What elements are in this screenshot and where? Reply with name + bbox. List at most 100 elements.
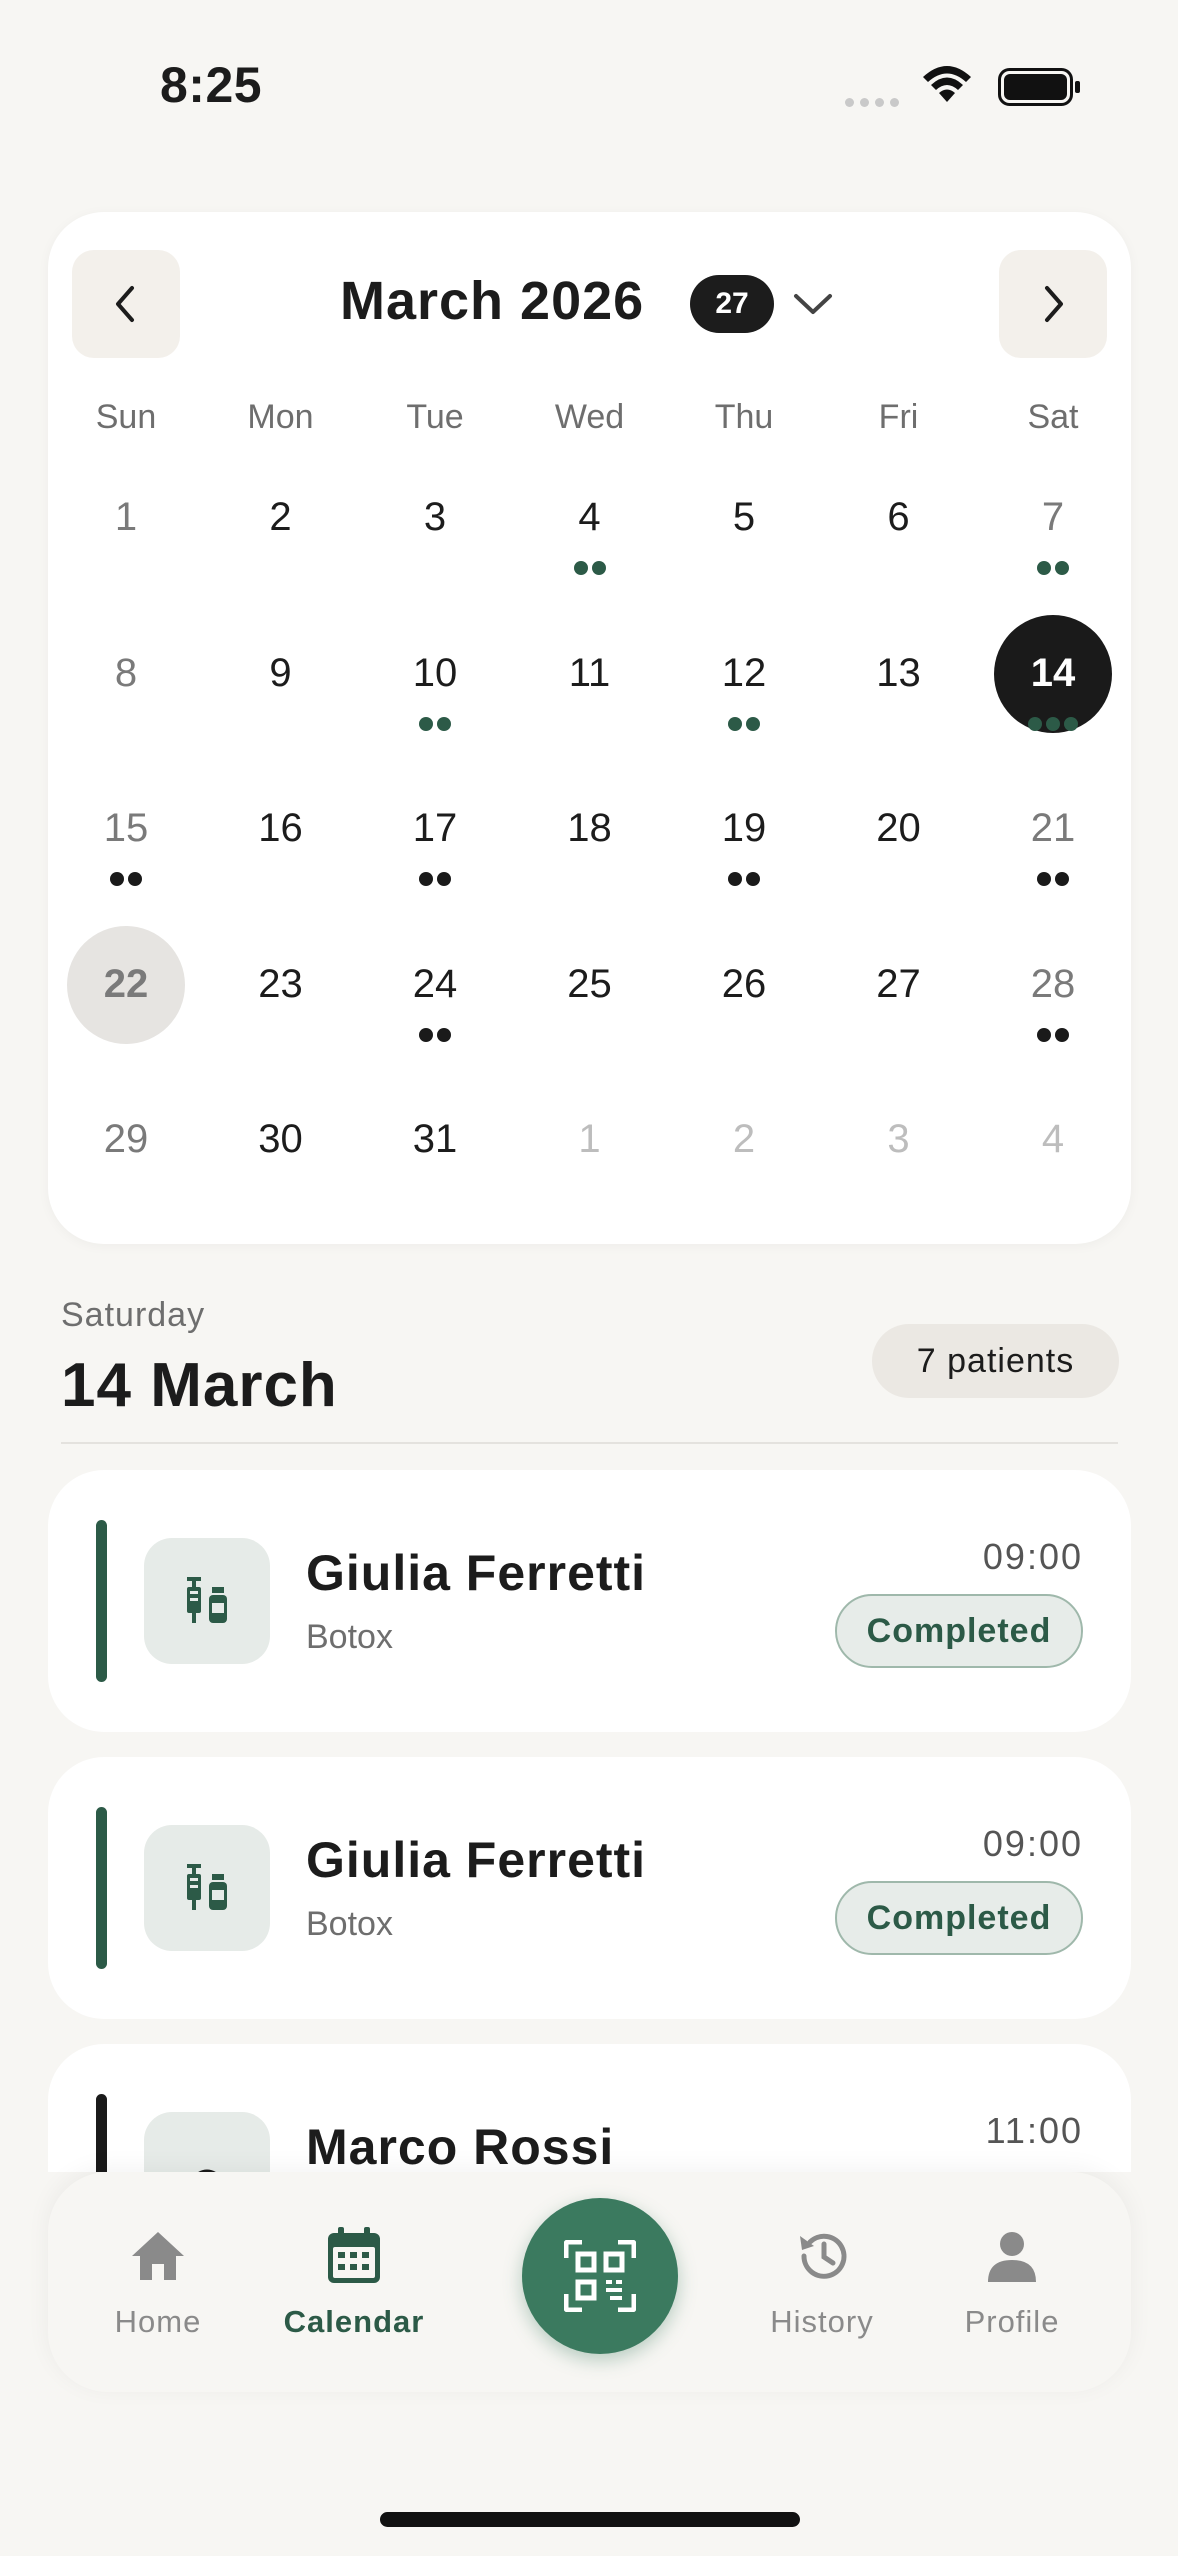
- appointment-dot: [419, 1027, 433, 1042]
- day-cell[interactable]: 16: [204, 770, 358, 890]
- day-cell[interactable]: 18: [513, 770, 667, 890]
- appointment-dot: [1064, 716, 1078, 731]
- status-accent-bar: [96, 1807, 107, 1969]
- day-cell[interactable]: 29: [49, 1081, 203, 1201]
- day-cell[interactable]: 21: [976, 770, 1130, 890]
- appointment-dots: [358, 716, 512, 731]
- status-bar: 8:25: [0, 0, 1178, 140]
- day-number: 5: [732, 495, 756, 539]
- day-number: 3: [887, 1117, 910, 1162]
- appointment-dot: [437, 872, 451, 887]
- day-cell[interactable]: 19: [667, 770, 821, 890]
- day-number: 26: [721, 961, 767, 1006]
- day-number: 2: [732, 1117, 756, 1162]
- home-indicator: [380, 2512, 800, 2527]
- appointment-dot: [728, 716, 742, 731]
- weekday-label: Tue: [406, 398, 464, 436]
- appointment-dot: [128, 872, 142, 887]
- day-cell[interactable]: 2: [667, 1081, 821, 1201]
- day-number: 23: [258, 961, 303, 1006]
- wifi-icon: [923, 66, 971, 102]
- month-title[interactable]: March 2026: [340, 270, 644, 332]
- day-cell[interactable]: 27: [822, 926, 976, 1046]
- day-cell[interactable]: 3: [822, 1081, 976, 1201]
- tab-home[interactable]: Home: [68, 2220, 248, 2340]
- treatment-name: Botox: [306, 1905, 393, 1943]
- scan-qr-button[interactable]: [522, 2198, 678, 2354]
- status-badge: Completed: [835, 1881, 1083, 1955]
- day-number: 24: [412, 961, 458, 1006]
- day-cell[interactable]: 5: [667, 459, 821, 579]
- appointment-list[interactable]: Giulia Ferretti Botox 09:00 Completed Giulia…: [0, 1470, 1178, 2172]
- day-cell[interactable]: 4: [976, 1081, 1130, 1201]
- day-number: 27: [876, 961, 921, 1006]
- day-number: 8: [114, 650, 138, 695]
- appointment-dots: [976, 561, 1130, 575]
- day-cell[interactable]: 20: [822, 770, 976, 890]
- tab-history-label: History: [770, 2304, 874, 2339]
- weekday-label: Mon: [247, 398, 314, 436]
- divider: [61, 1442, 1118, 1444]
- day-number: 29: [103, 1117, 149, 1162]
- appointment-dot: [728, 872, 742, 887]
- day-cell[interactable]: 31: [358, 1081, 512, 1201]
- appointment-dot: [1055, 1027, 1069, 1042]
- weekday-label: Sun: [95, 398, 157, 436]
- weekday-label: Wed: [554, 398, 625, 436]
- tab-bar: Home Calendar History Profile: [48, 2172, 1131, 2392]
- chevron-down-icon[interactable]: [790, 284, 836, 324]
- syringe-vial-icon: [187, 1577, 227, 1623]
- tab-profile[interactable]: Profile: [922, 2220, 1102, 2340]
- day-cell[interactable]: 1: [513, 1081, 667, 1201]
- appointment-card[interactable]: Giulia Ferretti Botox 09:00 Completed: [48, 1757, 1131, 2019]
- appointment-dot: [419, 716, 433, 731]
- appointment-card[interactable]: Marco Rossi 11:00: [48, 2044, 1131, 2172]
- day-cell[interactable]: 23: [204, 926, 358, 1046]
- day-cell[interactable]: 10: [358, 615, 512, 735]
- day-cell-selected[interactable]: 14: [976, 614, 1130, 735]
- day-cell[interactable]: 30: [204, 1081, 358, 1201]
- appointment-dot: [419, 872, 433, 887]
- day-cell[interactable]: 17: [358, 770, 512, 890]
- day-cell[interactable]: 15: [49, 770, 203, 890]
- day-number: 20: [876, 806, 921, 851]
- day-cell[interactable]: 8: [49, 615, 203, 735]
- day-number: 25: [567, 961, 612, 1006]
- next-month-button[interactable]: [999, 250, 1107, 358]
- appointment-dots: [976, 1027, 1130, 1042]
- day-cell[interactable]: 25: [513, 926, 667, 1046]
- appointment-dots: [513, 561, 667, 575]
- day-cell[interactable]: 26: [667, 926, 821, 1046]
- status-accent-bar: [96, 1520, 107, 1682]
- prev-month-button[interactable]: [72, 250, 180, 358]
- day-cell[interactable]: 12: [667, 615, 821, 735]
- status-time: 8:25: [160, 57, 263, 113]
- day-cell[interactable]: 2: [204, 459, 358, 579]
- day-cell[interactable]: 11: [513, 615, 667, 735]
- day-number: 9: [269, 650, 292, 695]
- day-cell[interactable]: 7: [976, 459, 1130, 579]
- tab-calendar[interactable]: Calendar: [264, 2220, 444, 2340]
- home-icon: [132, 2232, 184, 2280]
- appointment-card[interactable]: Giulia Ferretti Botox 09:00 Completed: [48, 1470, 1131, 1732]
- day-number: 3: [423, 495, 447, 539]
- day-cell[interactable]: 24: [358, 926, 512, 1046]
- tab-calendar-label: Calendar: [283, 2304, 425, 2339]
- day-cell[interactable]: 28: [976, 926, 1130, 1046]
- day-cell[interactable]: 4: [513, 459, 667, 579]
- day-number: 28: [1030, 961, 1076, 1006]
- day-cell[interactable]: 3: [358, 459, 512, 579]
- day-cell[interactable]: 1: [49, 459, 203, 579]
- day-cell[interactable]: 9: [204, 615, 358, 735]
- treatment-icon-tile: [144, 1825, 270, 1951]
- day-number: 1: [114, 495, 138, 539]
- day-number: 15: [103, 806, 149, 851]
- day-cell[interactable]: 13: [822, 615, 976, 735]
- selected-date-title: 14 March: [61, 1351, 338, 1420]
- status-badge: Completed: [835, 1594, 1083, 1668]
- appointment-dot: [437, 716, 451, 731]
- appointment-dot: [746, 872, 760, 887]
- day-cell-today[interactable]: 22: [49, 925, 203, 1046]
- day-cell[interactable]: 6: [822, 459, 976, 579]
- tab-history[interactable]: History: [732, 2220, 912, 2340]
